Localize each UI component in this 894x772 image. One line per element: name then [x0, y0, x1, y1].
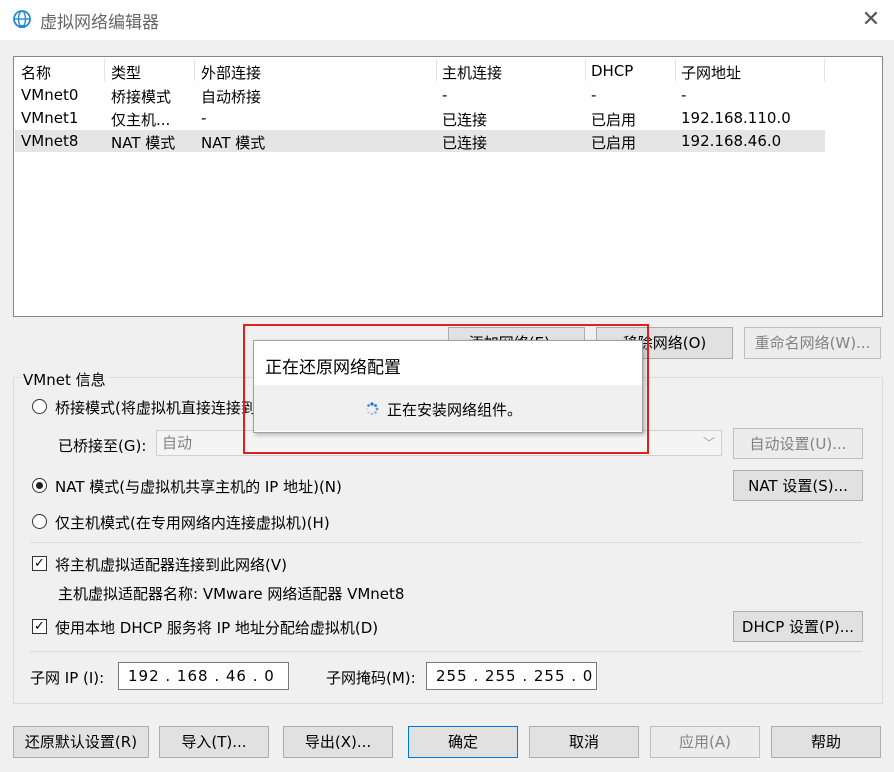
subnet-mask-label: 子网掩码(M):: [326, 669, 416, 687]
subnet-mask-input[interactable]: 255 . 255 . 255 . 0: [426, 662, 597, 690]
column-separator: [675, 59, 676, 81]
cell-dhcp: 已启用: [591, 134, 637, 152]
import-button[interactable]: 导入(T)...: [159, 726, 269, 758]
cell-host: 已连接: [442, 111, 488, 129]
hostonly-mode-label[interactable]: 仅主机模式(在专用网络内连接虚拟机)(H): [55, 512, 330, 533]
column-header-subnet[interactable]: 子网地址: [681, 62, 741, 83]
column-header-external[interactable]: 外部连接: [201, 62, 261, 83]
cell-type: 仅主机...: [111, 111, 171, 129]
bridge-mode-radio[interactable]: [32, 399, 47, 414]
network-list[interactable]: 名称 类型 外部连接 主机连接 DHCP 子网地址 VMnet0 桥接模式 自动…: [13, 56, 883, 317]
cell-subnet: -: [681, 86, 687, 104]
ok-button[interactable]: 确定: [408, 726, 518, 758]
cell-host: 已连接: [442, 134, 488, 152]
bridged-to-value: 自动: [162, 434, 193, 452]
column-separator: [585, 59, 586, 81]
help-button[interactable]: 帮助: [771, 726, 881, 758]
export-button[interactable]: 导出(X)...: [283, 726, 393, 758]
dhcp-label[interactable]: 使用本地 DHCP 服务将 IP 地址分配给虚拟机(D): [55, 617, 378, 638]
cell-type: NAT 模式: [111, 134, 176, 152]
column-header-host[interactable]: 主机连接: [442, 62, 502, 83]
adapter-name-label: 主机虚拟适配器名称: VMware 网络适配器 VMnet8: [58, 585, 405, 603]
highlight-box: [243, 324, 649, 454]
hostonly-mode-radio[interactable]: [32, 514, 47, 529]
divider: [30, 651, 862, 652]
connect-adapter-label[interactable]: 将主机虚拟适配器连接到此网络(V): [55, 554, 287, 575]
divider: [30, 542, 862, 543]
restore-defaults-button[interactable]: 还原默认设置(R): [13, 726, 149, 758]
connect-adapter-checkbox[interactable]: ✓: [32, 556, 47, 571]
column-separator: [824, 59, 825, 81]
cell-subnet: 192.168.46.0: [681, 132, 782, 150]
cell-external: 自动桥接: [201, 88, 262, 106]
nat-mode-label[interactable]: NAT 模式(与虚拟机共享主机的 IP 地址)(N): [55, 476, 342, 497]
cell-external: NAT 模式: [201, 134, 266, 152]
table-row[interactable]: VMnet0 桥接模式 自动桥接 - - -: [15, 84, 825, 106]
auto-settings-button[interactable]: 自动设置(U)...: [733, 428, 863, 459]
cell-type: 桥接模式: [111, 88, 172, 106]
cell-dhcp: 已启用: [591, 111, 637, 129]
cell-name: VMnet0: [21, 86, 79, 104]
column-header-type[interactable]: 类型: [111, 62, 141, 83]
cell-name: VMnet8: [21, 132, 79, 150]
cell-external: -: [201, 109, 207, 127]
table-row[interactable]: VMnet1 仅主机... - 已连接 已启用 192.168.110.0: [15, 107, 825, 129]
cell-subnet: 192.168.110.0: [681, 109, 791, 127]
nat-settings-button[interactable]: NAT 设置(S)...: [733, 470, 863, 501]
rename-network-button[interactable]: 重命名网络(W)...: [744, 327, 881, 359]
column-header-dhcp[interactable]: DHCP: [591, 62, 633, 80]
column-separator: [104, 59, 105, 81]
column-separator: [194, 59, 195, 81]
dhcp-settings-button[interactable]: DHCP 设置(P)...: [733, 611, 863, 642]
nat-mode-radio[interactable]: [32, 478, 47, 493]
table-row-selected[interactable]: VMnet8 NAT 模式 NAT 模式 已连接 已启用 192.168.46.…: [15, 130, 825, 152]
column-header-name[interactable]: 名称: [21, 62, 51, 83]
dhcp-checkbox[interactable]: ✓: [32, 619, 47, 634]
cell-name: VMnet1: [21, 109, 79, 127]
cell-dhcp: -: [591, 86, 597, 104]
window-title: 虚拟网络编辑器: [40, 13, 159, 33]
close-icon[interactable]: ✕: [856, 6, 886, 34]
globe-icon: [13, 10, 31, 28]
column-separator: [436, 59, 437, 81]
apply-button[interactable]: 应用(A): [650, 726, 760, 758]
bridged-to-label: 已桥接至(G):: [58, 437, 147, 455]
chevron-down-icon: ﹀: [702, 436, 715, 450]
vmnet-info-title: VMnet 信息: [20, 369, 109, 390]
cancel-button[interactable]: 取消: [529, 726, 639, 758]
subnet-ip-input[interactable]: 192 . 168 . 46 . 0: [118, 662, 289, 690]
cell-host: -: [442, 86, 448, 104]
subnet-ip-label: 子网 IP (I):: [30, 669, 105, 687]
radio-selected-dot: [36, 482, 43, 489]
